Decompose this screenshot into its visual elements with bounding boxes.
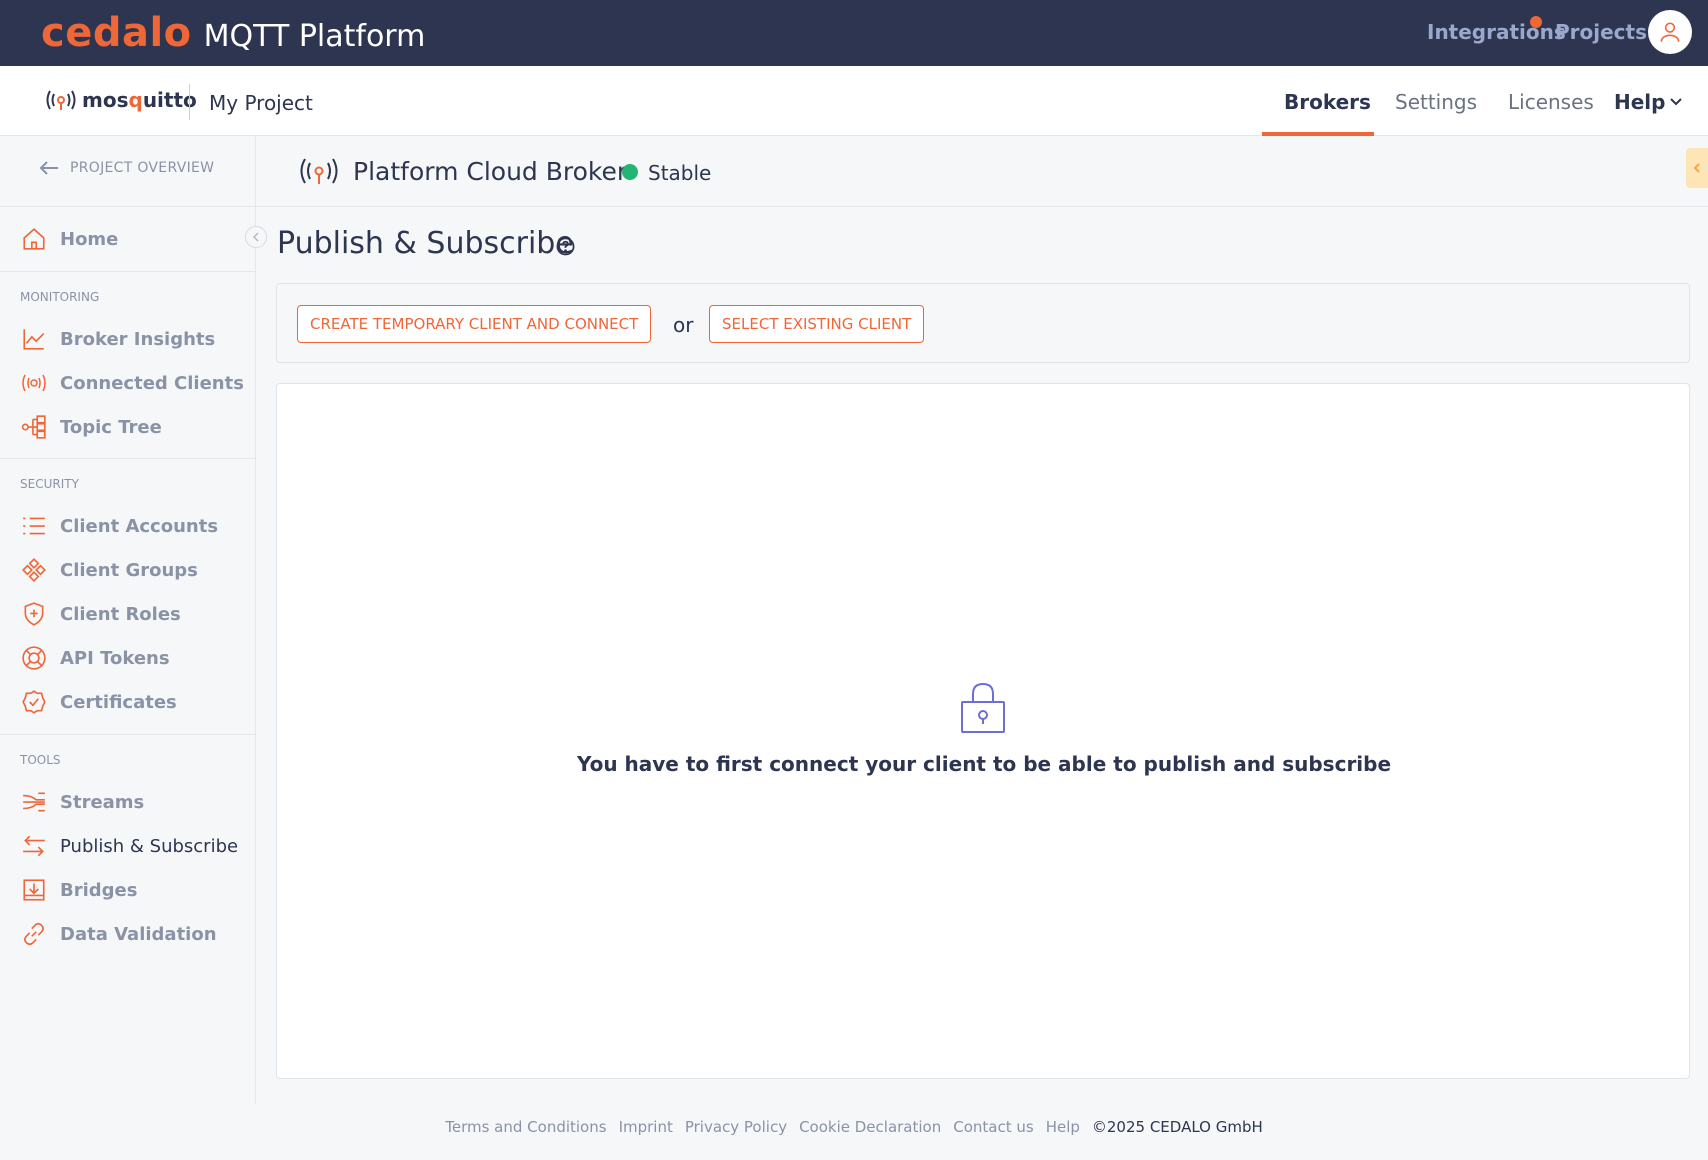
tab-settings[interactable]: Settings: [1395, 90, 1477, 114]
project-overview-label: PROJECT OVERVIEW: [70, 160, 215, 176]
sidebar-item-label: API Tokens: [60, 647, 170, 669]
chevron-down-icon[interactable]: [1669, 97, 1683, 107]
project-overview-link[interactable]: PROJECT OVERVIEW: [38, 160, 214, 176]
notification-dot: [1530, 16, 1542, 28]
sidebar-item-connected-clients[interactable]: Connected Clients: [20, 368, 244, 398]
sidebar-item-certificates[interactable]: Certificates: [20, 687, 177, 717]
lock-icon: [961, 682, 1005, 733]
download-tray-icon: [20, 876, 48, 904]
help-circle-icon[interactable]: [556, 237, 575, 256]
sidebar-item-label: Broker Insights: [60, 328, 216, 350]
list-icon: [20, 512, 48, 540]
divider: [0, 458, 256, 459]
user-icon: [1660, 22, 1680, 42]
privacy-policy-link[interactable]: Privacy Policy: [685, 1118, 787, 1136]
section-security: SECURITY: [20, 477, 79, 491]
broadcast-icon: [20, 369, 48, 397]
tree-icon: [20, 413, 48, 441]
sidebar-item-client-accounts[interactable]: Client Accounts: [20, 511, 218, 541]
section-monitoring: MONITORING: [20, 290, 100, 304]
groups-icon: [20, 556, 48, 584]
divider: [0, 206, 256, 207]
sidebar-item-topic-tree[interactable]: Topic Tree: [20, 412, 162, 442]
integrations-link[interactable]: Integrations: [1427, 20, 1566, 44]
chevron-left-icon: [1693, 163, 1700, 173]
divider: [189, 84, 190, 120]
sidebar-item-client-groups[interactable]: Client Groups: [20, 555, 198, 585]
sidebar-item-label: Bridges: [60, 879, 138, 901]
contact-link[interactable]: Contact us: [953, 1118, 1033, 1136]
streams-icon: [20, 788, 48, 816]
arrow-left-icon: [39, 161, 58, 175]
sidebar-item-data-validation[interactable]: Data Validation: [20, 919, 217, 949]
publish-subscribe-panel: You have to first connect your client to…: [276, 383, 1690, 1079]
tab-licenses[interactable]: Licenses: [1508, 90, 1594, 114]
link-icon: [20, 920, 48, 948]
cookie-declaration-link[interactable]: Cookie Declaration: [799, 1118, 941, 1136]
footer: Terms and Conditions Imprint Privacy Pol…: [0, 1118, 1708, 1136]
sidebar-item-label: Topic Tree: [60, 416, 162, 438]
client-connection-box: CREATE TEMPORARY CLIENT AND CONNECT or S…: [276, 283, 1690, 363]
select-existing-client-button[interactable]: SELECT EXISTING CLIENT: [709, 305, 925, 343]
user-avatar-button[interactable]: [1648, 10, 1692, 54]
create-temporary-client-button[interactable]: CREATE TEMPORARY CLIENT AND CONNECT: [297, 305, 652, 343]
brand-name: cedalo: [41, 10, 192, 56]
sidebar-item-label: Connected Clients: [60, 372, 244, 394]
terms-link[interactable]: Terms and Conditions: [445, 1118, 606, 1136]
imprint-link[interactable]: Imprint: [619, 1118, 673, 1136]
sidebar-item-label: Home: [60, 228, 119, 250]
sidebar-item-label: Publish & Subscribe: [60, 835, 239, 857]
page-title: Publish & Subscribe: [277, 226, 574, 261]
certificate-icon: [20, 688, 48, 716]
sidebar-item-label: Client Groups: [60, 559, 198, 581]
lifebuoy-icon: [20, 644, 48, 672]
sidebar-item-streams[interactable]: Streams: [20, 787, 144, 817]
brand-logo[interactable]: cedalo MQTT Platform: [41, 10, 425, 56]
expand-panel-button[interactable]: [1686, 148, 1708, 188]
collapse-sidebar-button[interactable]: [245, 226, 267, 248]
sidebar-item-publish-subscribe[interactable]: Publish & Subscribe: [20, 831, 238, 861]
top-bar: cedalo MQTT Platform Integrations Projec…: [0, 0, 1708, 66]
sidebar: PROJECT OVERVIEW Home MONITORING Broker …: [0, 136, 267, 1104]
divider: [0, 734, 256, 735]
broker-icon: [300, 158, 338, 184]
home-icon: [20, 225, 48, 253]
line-chart-icon: [20, 325, 48, 353]
empty-state-message: You have to first connect your client to…: [576, 752, 1392, 776]
copyright: ©2025 CEDALO GmbH: [1091, 1118, 1263, 1136]
swap-arrows-icon: [20, 832, 48, 860]
broker-header: Platform Cloud Broker Stable: [256, 136, 1708, 207]
sidebar-item-broker-insights[interactable]: Broker Insights: [20, 324, 215, 354]
chevron-left-icon: [252, 232, 259, 242]
sidebar-item-api-tokens[interactable]: API Tokens: [20, 643, 170, 673]
divider: [0, 271, 256, 272]
broker-status: Stable: [648, 161, 712, 185]
sidebar-item-label: Client Accounts: [60, 515, 219, 537]
broker-name: Platform Cloud Broker: [353, 157, 628, 186]
tab-brokers[interactable]: Brokers: [1284, 90, 1371, 114]
projects-link[interactable]: Projects: [1555, 20, 1647, 44]
sidebar-item-label: Certificates: [60, 691, 177, 713]
mosquitto-wordmark: mosquitto: [82, 88, 197, 112]
broadcast-icon: [46, 90, 76, 110]
product-name: MQTT Platform: [203, 19, 426, 54]
help-link[interactable]: Help: [1046, 1118, 1080, 1136]
mosquitto-logo[interactable]: mosquitto: [44, 88, 197, 112]
or-separator: or: [673, 313, 694, 337]
project-bar: mosquitto My Project Brokers Settings Li…: [0, 66, 1708, 136]
sidebar-item-label: Streams: [60, 791, 145, 813]
sidebar-item-bridges[interactable]: Bridges: [20, 875, 137, 905]
status-indicator: [622, 164, 638, 180]
sidebar-item-home[interactable]: Home: [20, 224, 118, 254]
sidebar-item-client-roles[interactable]: Client Roles: [20, 599, 181, 629]
sidebar-item-label: Data Validation: [60, 923, 217, 945]
tab-help[interactable]: Help: [1614, 90, 1665, 114]
section-tools: TOOLS: [20, 753, 61, 767]
sidebar-item-label: Client Roles: [60, 603, 181, 625]
shield-icon: [20, 600, 48, 628]
project-name: My Project: [209, 91, 313, 115]
